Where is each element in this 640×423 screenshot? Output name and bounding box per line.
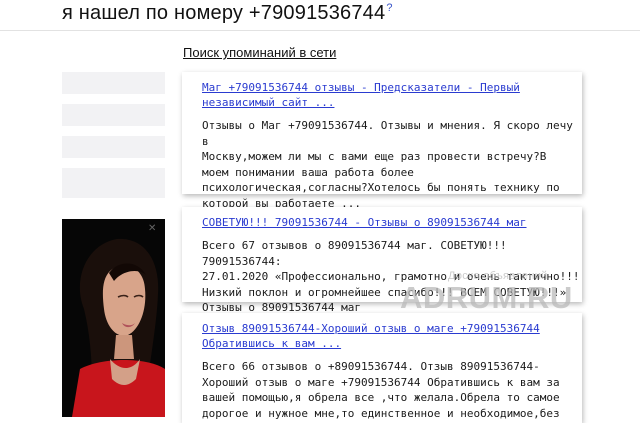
result-card: СОВЕТУЮ!!! 79091536744 - Отзывы о 890915… <box>182 207 582 314</box>
result-card: Маг +79091536744 отзывы - Предсказатели … <box>182 72 582 210</box>
result-title-link[interactable]: Маг +79091536744 отзывы - Предсказатели … <box>202 80 582 110</box>
page-heading: я нашел по номеру +79091536744? <box>62 2 393 25</box>
sidebar-block-2 <box>62 104 165 126</box>
sidebar-block-3 <box>62 136 165 158</box>
result-snippet: Всего 67 отзывов о 89091536744 маг. СОВЕ… <box>202 239 580 314</box>
result-snippet: Всего 66 отзывов о +89091536744. Отзыв 8… <box>202 360 560 420</box>
woman-portrait-image: ✕ <box>62 219 165 417</box>
result-snippet: Отзывы о Маг +79091536744. Отзывы и мнен… <box>202 119 573 210</box>
mentions-search-link[interactable]: Поиск упоминаний в сети <box>183 45 336 60</box>
result-title-link[interactable]: СОВЕТУЮ!!! 79091536744 - Отзывы о 890915… <box>202 215 582 230</box>
sidebar-block-4 <box>62 168 165 198</box>
result-card: Отзыв 89091536744-Хороший отзыв о маге +… <box>182 313 582 423</box>
portrait-illustration: ✕ <box>62 219 165 417</box>
page-title: я нашел по номеру +79091536744 <box>62 2 386 24</box>
help-mark[interactable]: ? <box>386 2 392 14</box>
close-icon: ✕ <box>148 223 156 234</box>
result-title-link[interactable]: Отзыв 89091536744-Хороший отзыв о маге +… <box>202 321 582 351</box>
sidebar-block-1 <box>62 72 165 94</box>
